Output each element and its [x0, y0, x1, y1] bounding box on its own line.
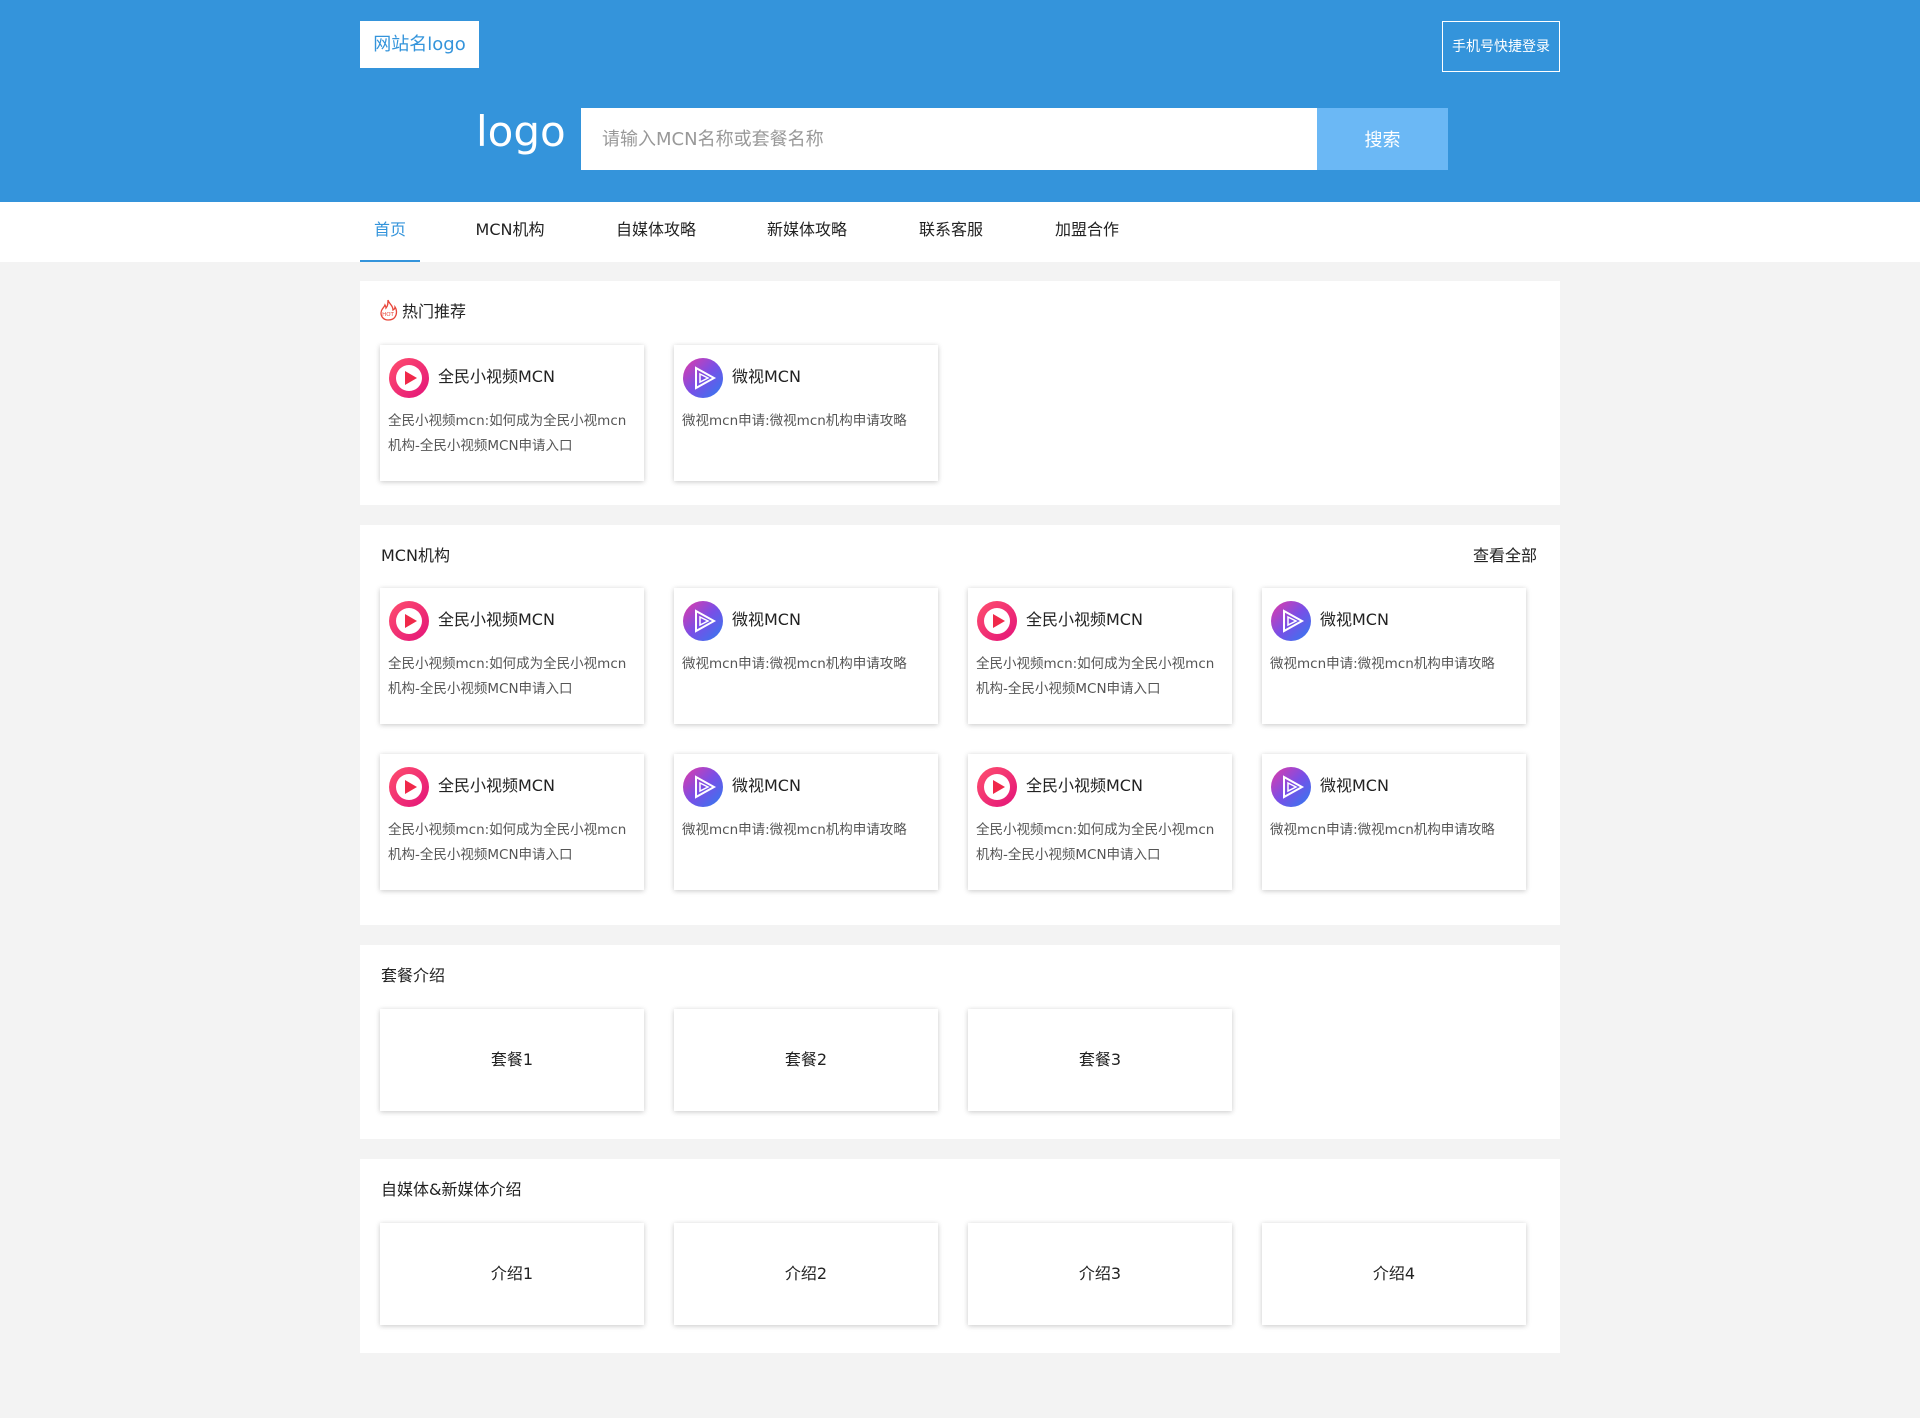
card-desc: 微视mcn申请:微视mcn机构申请攻略 — [1270, 822, 1495, 838]
mcn-card[interactable]: 微视MCN 微视mcn申请:微视mcn机构申请攻略 — [674, 754, 938, 890]
mcn-card[interactable]: 微视MCN 微视mcn申请:微视mcn机构申请攻略 — [674, 345, 938, 481]
mcn-card[interactable]: 全民小视频MCN 全民小视频mcn:如何成为全民小视mcn机构-全民小视频MCN… — [380, 345, 644, 481]
card-name: 全民小视频MCN — [438, 776, 555, 795]
nav-item-home[interactable]: 首页 — [360, 202, 420, 262]
card-name: 微视MCN — [732, 776, 801, 795]
quanmin-video-icon — [389, 358, 429, 398]
mcn-card[interactable]: 全民小视频MCN 全民小视频mcn:如何成为全民小视mcn机构-全民小视频MCN… — [380, 754, 644, 890]
main-nav: 首页 MCN机构 自媒体攻略 新媒体攻略 联系客服 加盟合作 — [0, 202, 1920, 262]
weishi-icon — [683, 601, 723, 641]
card-name: 全民小视频MCN — [1026, 776, 1143, 795]
quanmin-video-icon — [977, 767, 1017, 807]
card-desc: 全民小视频mcn:如何成为全民小视mcn机构-全民小视频MCN申请入口 — [388, 822, 627, 863]
svg-text:HOT: HOT — [382, 312, 394, 318]
intro-card[interactable]: 介绍3 — [968, 1223, 1232, 1325]
hot-section: HOT 热门推荐 全民小视频MCN 全民小视频mcn:如何成为全民小视mcn机构… — [360, 281, 1560, 505]
weishi-icon — [1271, 601, 1311, 641]
nav-item-customer-service[interactable]: 联系客服 — [911, 202, 991, 262]
card-desc: 全民小视频mcn:如何成为全民小视mcn机构-全民小视频MCN申请入口 — [388, 656, 627, 697]
intro-card[interactable]: 介绍2 — [674, 1223, 938, 1325]
phone-login-button[interactable]: 手机号快捷登录 — [1442, 21, 1560, 72]
site-logo[interactable]: 网站名logo — [360, 21, 479, 68]
media-section-title: 自媒体&新媒体介绍 — [381, 1180, 522, 1199]
card-desc: 全民小视频mcn:如何成为全民小视mcn机构-全民小视频MCN申请入口 — [976, 822, 1215, 863]
quanmin-video-icon — [389, 767, 429, 807]
nav-item-new-media[interactable]: 新媒体攻略 — [757, 202, 857, 262]
header: 网站名logo 手机号快捷登录 logo 搜索 — [0, 0, 1920, 202]
nav-item-join[interactable]: 加盟合作 — [1047, 202, 1127, 262]
card-name: 微视MCN — [1320, 610, 1389, 629]
card-name: 全民小视频MCN — [1026, 610, 1143, 629]
package-card[interactable]: 套餐1 — [380, 1009, 644, 1111]
package-card[interactable]: 套餐3 — [968, 1009, 1232, 1111]
card-name: 微视MCN — [732, 610, 801, 629]
card-desc: 微视mcn申请:微视mcn机构申请攻略 — [1270, 656, 1495, 672]
card-name: 微视MCN — [1320, 776, 1389, 795]
mcn-card[interactable]: 全民小视频MCN 全民小视频mcn:如何成为全民小视mcn机构-全民小视频MCN… — [380, 588, 644, 724]
packages-section: 套餐介绍 套餐1 套餐2 套餐3 — [360, 945, 1560, 1139]
weishi-icon — [683, 358, 723, 398]
mcn-card[interactable]: 全民小视频MCN 全民小视频mcn:如何成为全民小视mcn机构-全民小视频MCN… — [968, 754, 1232, 890]
packages-section-title: 套餐介绍 — [381, 966, 446, 985]
mcn-card[interactable]: 微视MCN 微视mcn申请:微视mcn机构申请攻略 — [1262, 754, 1526, 890]
card-desc: 全民小视频mcn:如何成为全民小视mcn机构-全民小视频MCN申请入口 — [388, 413, 627, 454]
mcn-section: MCN机构 查看全部 全民小视频MCN 全民小视频mcn:如何成为全民小视mcn… — [360, 525, 1560, 925]
card-name: 全民小视频MCN — [438, 610, 555, 629]
card-desc: 微视mcn申请:微视mcn机构申请攻略 — [682, 656, 907, 672]
search-input[interactable] — [581, 108, 1317, 170]
mcn-card[interactable]: 微视MCN 微视mcn申请:微视mcn机构申请攻略 — [674, 588, 938, 724]
intro-card[interactable]: 介绍1 — [380, 1223, 644, 1325]
card-desc: 微视mcn申请:微视mcn机构申请攻略 — [682, 413, 907, 429]
mcn-section-title: MCN机构 — [381, 546, 450, 565]
big-logo: logo — [476, 107, 566, 156]
mcn-card[interactable]: 全民小视频MCN 全民小视频mcn:如何成为全民小视mcn机构-全民小视频MCN… — [968, 588, 1232, 724]
intro-card[interactable]: 介绍4 — [1262, 1223, 1526, 1325]
quanmin-video-icon — [389, 601, 429, 641]
view-all-link[interactable]: 查看全部 — [1473, 545, 1537, 567]
card-name: 微视MCN — [732, 367, 801, 386]
card-desc: 全民小视频mcn:如何成为全民小视mcn机构-全民小视频MCN申请入口 — [976, 656, 1215, 697]
package-card[interactable]: 套餐2 — [674, 1009, 938, 1111]
search-button[interactable]: 搜索 — [1317, 108, 1448, 170]
hot-fire-icon: HOT — [380, 299, 398, 321]
mcn-card[interactable]: 微视MCN 微视mcn申请:微视mcn机构申请攻略 — [1262, 588, 1526, 724]
media-section: 自媒体&新媒体介绍 介绍1 介绍2 介绍3 介绍4 — [360, 1159, 1560, 1353]
weishi-icon — [683, 767, 723, 807]
card-name: 全民小视频MCN — [438, 367, 555, 386]
nav-item-self-media[interactable]: 自媒体攻略 — [606, 202, 706, 262]
card-desc: 微视mcn申请:微视mcn机构申请攻略 — [682, 822, 907, 838]
hot-section-title: 热门推荐 — [402, 302, 467, 321]
quanmin-video-icon — [977, 601, 1017, 641]
nav-item-mcn[interactable]: MCN机构 — [470, 202, 550, 262]
weishi-icon — [1271, 767, 1311, 807]
